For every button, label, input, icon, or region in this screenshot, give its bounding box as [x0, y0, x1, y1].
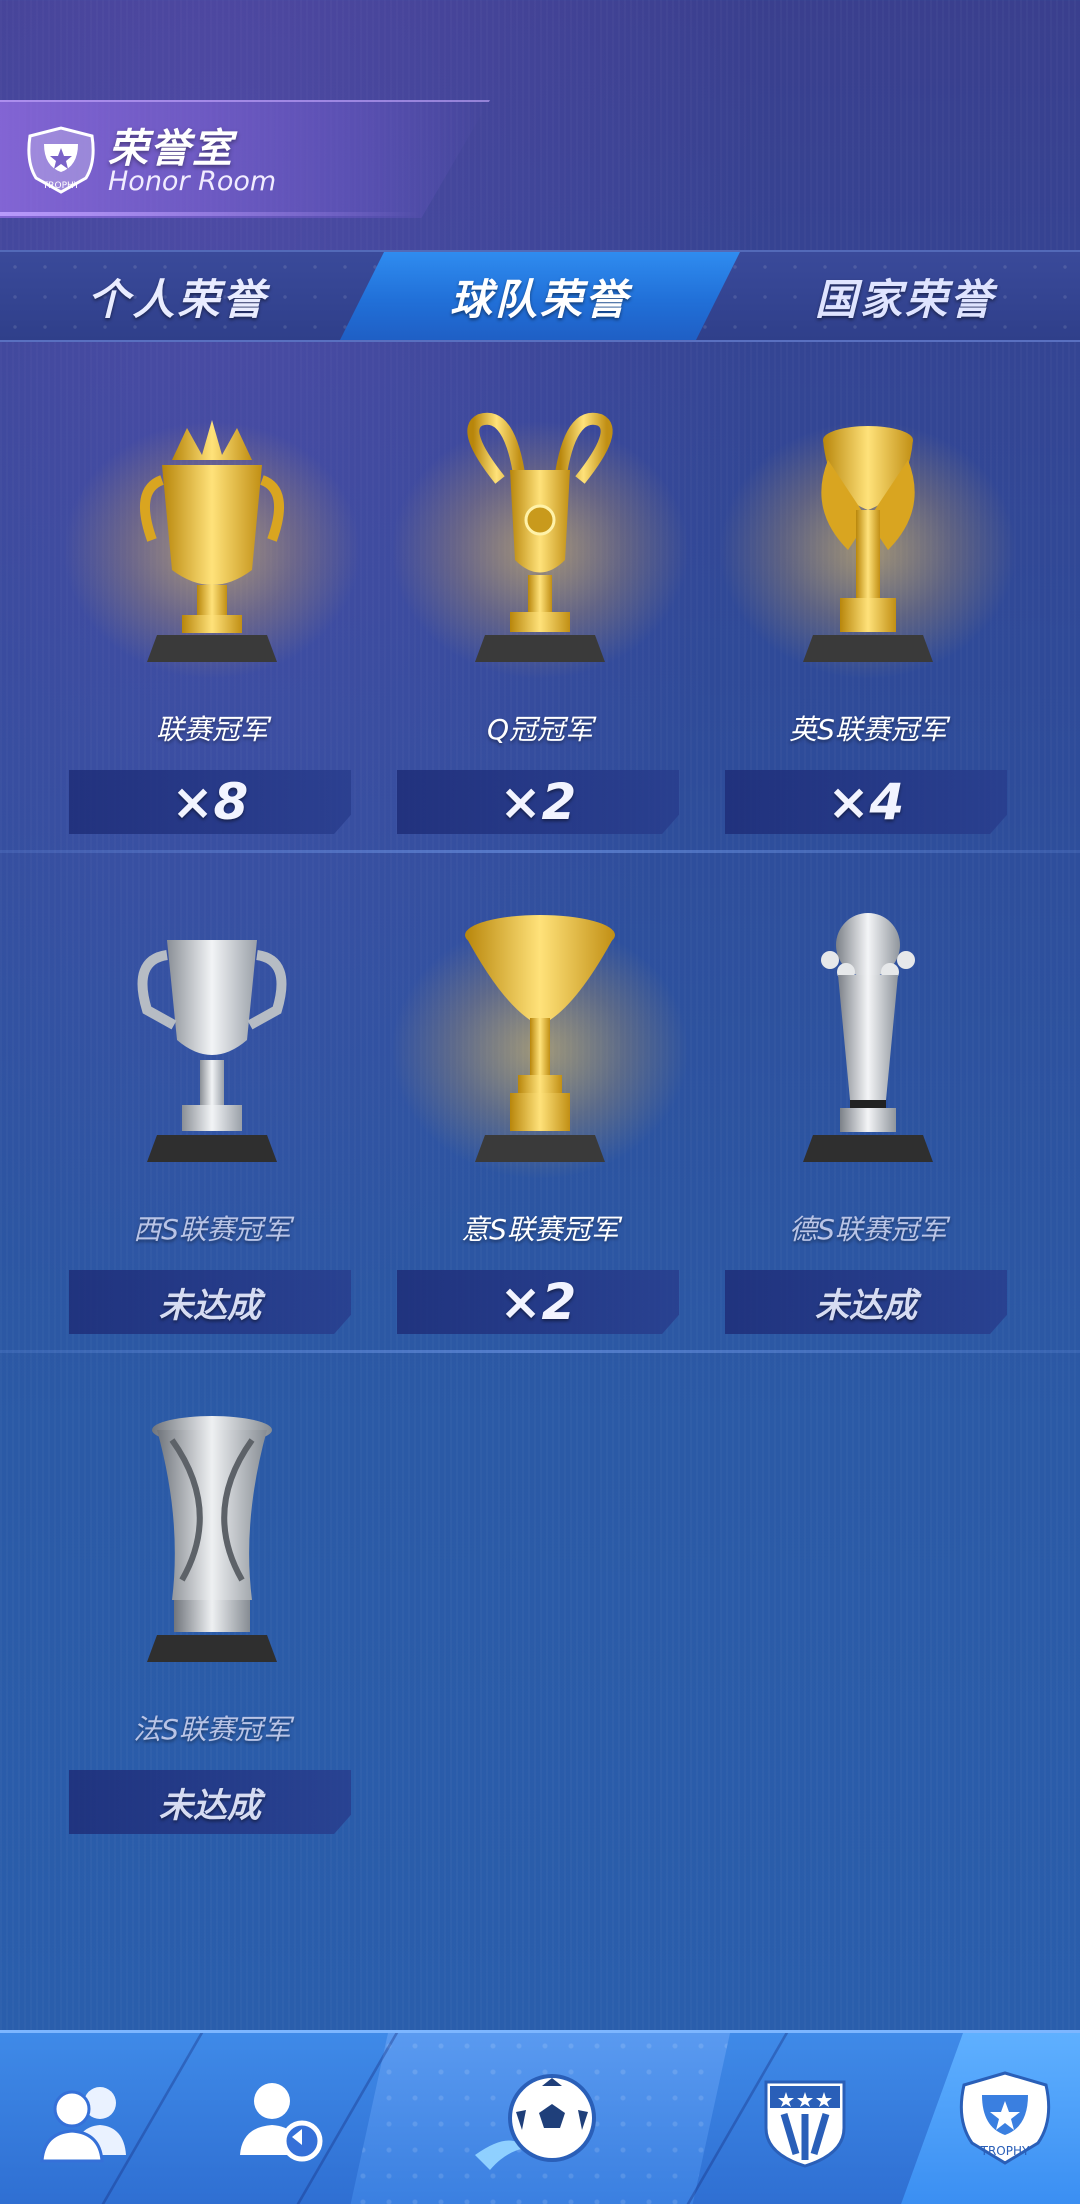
trophy-card-french-league[interactable]: 法S联赛冠军 未达成: [47, 1370, 377, 1834]
trophy-card-english-league[interactable]: 英S联赛冠军 ×4: [703, 370, 1033, 834]
tab-team-honor[interactable]: 球队荣誉: [340, 252, 740, 340]
player-swap-icon: [240, 2083, 323, 2162]
trophy-name: 英S联赛冠军: [789, 713, 947, 746]
trophy-count: 未达成: [69, 1270, 351, 1334]
champions-cup-icon: [467, 412, 613, 662]
trophy-name: Q冠冠军: [486, 713, 594, 746]
nav-trophy-room[interactable]: TROPHY: [905, 2033, 1080, 2204]
tab-personal-honor[interactable]: 个人荣誉: [0, 252, 355, 340]
silver-plate-trophy-icon: [803, 913, 933, 1162]
honor-tabs: 个人荣誉 球队荣誉 国家荣誉: [0, 250, 1080, 342]
trophy-count: 未达成: [69, 1770, 351, 1834]
nav-player-swap[interactable]: [180, 2033, 380, 2204]
funnel-trophy-icon: [465, 915, 615, 1162]
trophy-count: ×2: [397, 770, 679, 834]
nav-club[interactable]: [705, 2033, 905, 2204]
trophy-count: ×4: [725, 770, 1007, 834]
football-icon: [475, 2074, 596, 2170]
trophy-name: 法S联赛冠军: [133, 1713, 291, 1746]
trophy-card-q-champion[interactable]: Q冠冠军 ×2: [375, 370, 705, 834]
silver-cup-icon: [137, 940, 287, 1162]
header-emblem-text: TROPHY: [42, 181, 80, 191]
trophy-emblem-icon: TROPHY: [959, 2071, 1051, 2165]
nav-players[interactable]: [0, 2033, 185, 2204]
trophy-emblem-icon: TROPHY: [27, 126, 95, 194]
trophy-card-german-league[interactable]: 德S联赛冠军 未达成: [703, 870, 1033, 1334]
trophy-card-italian-league[interactable]: 意S联赛冠军 ×2: [375, 870, 705, 1334]
header-underline: [0, 212, 420, 216]
trophy-count: ×8: [69, 770, 351, 834]
trophy-card-league[interactable]: 联赛冠军 ×8: [47, 370, 377, 834]
players-icon: [40, 2087, 126, 2163]
trophy-name: 意S联赛冠军: [461, 1213, 619, 1246]
bottom-nav: TROPHY: [0, 2030, 1080, 2204]
club-badge-icon: [764, 2080, 846, 2168]
trophy-card-spanish-league[interactable]: 西S联赛冠军 未达成: [47, 870, 377, 1334]
trophy-name: 西S联赛冠军: [133, 1213, 291, 1246]
twisted-silver-trophy-icon: [147, 1416, 277, 1662]
league-trophy-icon: [140, 420, 284, 662]
trophy-count: ×2: [397, 1270, 679, 1334]
row-divider: [0, 1350, 1080, 1353]
row-divider: [0, 850, 1080, 853]
nav-match[interactable]: [440, 2033, 640, 2204]
nav-trophy-label: TROPHY: [980, 2144, 1030, 2158]
trophy-name: 联赛冠军: [155, 713, 268, 746]
trophy-name: 德S联赛冠军: [789, 1213, 947, 1246]
page-subtitle: Honor Room: [108, 166, 277, 197]
trophy-count: 未达成: [725, 1270, 1007, 1334]
trophy-grid: 联赛冠军 ×8 Q冠冠军 ×2 英S联赛冠军 ×4 西S联赛冠军 未达成 意S联…: [0, 350, 1080, 2030]
tab-national-honor[interactable]: 国家荣誉: [730, 252, 1080, 340]
winged-trophy-icon: [803, 426, 933, 662]
